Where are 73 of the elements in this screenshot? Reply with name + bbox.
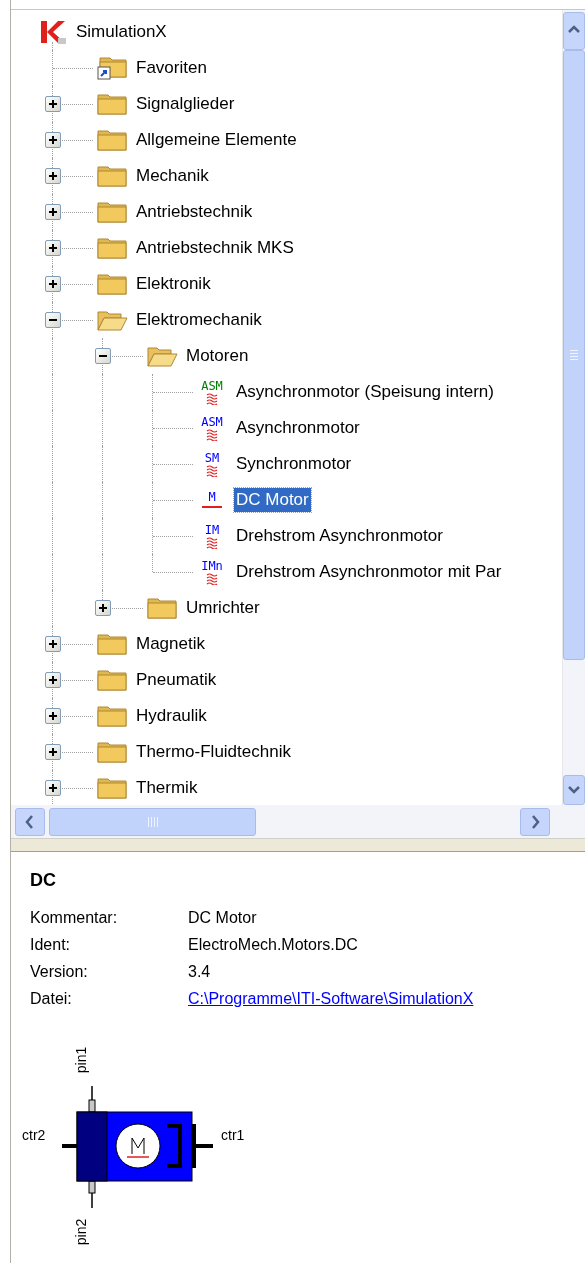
folder-icon — [96, 200, 128, 224]
expand-toggle[interactable] — [95, 600, 111, 616]
scroll-thumb[interactable] — [563, 50, 585, 660]
scroll-left-button[interactable] — [15, 807, 45, 836]
tree-item[interactable]: Antriebstechnik MKS — [134, 236, 296, 260]
expand-toggle[interactable] — [45, 168, 61, 184]
tree-item[interactable]: Favoriten — [134, 56, 209, 80]
tree-item[interactable]: Drehstrom Asynchronmotor — [234, 524, 445, 548]
scroll-right-button[interactable] — [520, 807, 550, 836]
folder-icon — [96, 92, 128, 116]
folder-icon — [96, 668, 128, 692]
port-label: ctr2 — [22, 1127, 46, 1143]
open-folder-icon — [96, 308, 128, 332]
tree-item[interactable]: Thermo-Fluidtechnik — [134, 740, 293, 764]
tree-item[interactable]: Hydraulik — [134, 704, 209, 728]
tree-item[interactable]: Mechanik — [134, 164, 211, 188]
open-folder-icon — [146, 344, 178, 368]
field-value: ElectroMech.Motors.DC — [188, 934, 358, 955]
component-title: DC — [30, 869, 57, 892]
expand-toggle[interactable] — [45, 96, 61, 112]
expand-toggle[interactable] — [45, 204, 61, 220]
scroll-thumb[interactable] — [49, 807, 256, 836]
tree-item[interactable]: Thermik — [134, 776, 200, 800]
folder-icon — [96, 776, 128, 800]
folder-icon — [146, 596, 178, 620]
port-label: pin2 — [73, 1218, 89, 1246]
tree-item[interactable]: Elektromechanik — [134, 308, 264, 332]
expand-toggle[interactable] — [45, 276, 61, 292]
collapse-toggle[interactable] — [95, 348, 111, 364]
tree-item[interactable]: DC Motor — [234, 488, 311, 512]
tree-item[interactable]: Signalglieder — [134, 92, 237, 116]
tree-item[interactable]: Elektronik — [134, 272, 213, 296]
field-label: Datei: — [30, 988, 73, 1009]
field-label: Version: — [30, 961, 89, 982]
expand-toggle[interactable] — [45, 744, 61, 760]
expand-toggle[interactable] — [45, 132, 61, 148]
tree-item[interactable]: Pneumatik — [134, 668, 219, 692]
logo-icon — [38, 18, 68, 46]
tree-item[interactable]: Antriebstechnik — [134, 200, 255, 224]
expand-toggle[interactable] — [45, 672, 61, 688]
vertical-scrollbar[interactable] — [562, 10, 585, 805]
port-label: ctr1 — [221, 1127, 245, 1143]
tree-item[interactable]: Asynchronmotor (Speisung intern) — [234, 380, 496, 404]
expand-toggle[interactable] — [45, 636, 61, 652]
tree-item[interactable]: Allgemeine Elemente — [134, 128, 299, 152]
folder-icon — [96, 236, 128, 260]
field-label: Ident: — [30, 934, 72, 955]
tree-item[interactable]: Synchronmotor — [234, 452, 354, 476]
scroll-down-button[interactable] — [563, 775, 585, 805]
tree-item[interactable]: Magnetik — [134, 632, 207, 656]
tree-item[interactable]: Motoren — [184, 344, 251, 368]
tree-item[interactable]: SimulationX — [74, 20, 169, 44]
expand-toggle[interactable] — [45, 708, 61, 724]
folder-icon — [96, 128, 128, 152]
collapse-toggle[interactable] — [45, 312, 61, 328]
field-value: DC Motor — [188, 907, 257, 928]
folder-icon — [96, 164, 128, 188]
tree-item[interactable]: Umrichter — [184, 596, 262, 620]
folder-shortcut-icon — [96, 55, 128, 81]
scroll-up-button[interactable] — [563, 12, 585, 50]
folder-icon — [96, 272, 128, 296]
expand-toggle[interactable] — [45, 780, 61, 796]
file-link[interactable]: C:\Programme\ITI-Software\SimulationX — [188, 986, 474, 1011]
folder-icon — [96, 740, 128, 764]
horizontal-scrollbar[interactable] — [15, 807, 550, 836]
folder-icon — [96, 632, 128, 656]
port-label: pin1 — [73, 1046, 89, 1074]
field-label: Kommentar: — [30, 907, 119, 928]
tree-item[interactable]: Asynchronmotor — [234, 416, 362, 440]
folder-icon — [96, 704, 128, 728]
field-value: 3.4 — [188, 961, 211, 982]
expand-toggle[interactable] — [45, 240, 61, 256]
tree-item[interactable]: Drehstrom Asynchronmotor mit Par — [234, 560, 504, 584]
